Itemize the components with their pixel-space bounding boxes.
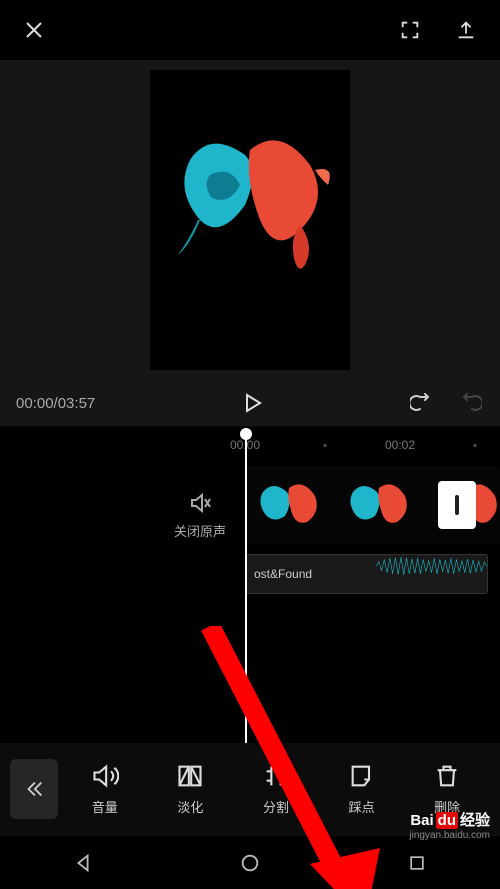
- clip-thumbnail: [335, 466, 425, 544]
- export-icon[interactable]: [452, 16, 480, 44]
- timeline[interactable]: 00:00 00:02 关闭原声 ost&Found: [0, 426, 500, 743]
- playhead[interactable]: [245, 432, 247, 743]
- undo-button[interactable]: [408, 389, 436, 417]
- redo-button[interactable]: [456, 389, 484, 417]
- time-current: 00:00: [16, 395, 54, 412]
- mute-original-audio[interactable]: 关闭原声: [160, 491, 240, 540]
- watermark: Baidu经验 jingyan.baidu.com: [409, 809, 490, 841]
- system-nav-bar: [0, 835, 500, 889]
- audio-clip-label: ost&Found: [252, 567, 314, 581]
- tool-label: 分割: [263, 797, 289, 816]
- time-ruler: 00:00 00:02: [0, 436, 500, 460]
- ruler-tick: 00:02: [385, 438, 415, 452]
- timecode: 00:00/03:57: [16, 395, 95, 412]
- preview-canvas: [150, 70, 350, 370]
- tool-label: 音量: [92, 797, 118, 816]
- close-icon[interactable]: [20, 16, 48, 44]
- top-bar: [0, 0, 500, 60]
- tool-split[interactable]: 分割: [244, 762, 308, 816]
- video-preview[interactable]: [0, 60, 500, 380]
- clip-thumbnail: [245, 466, 335, 544]
- tool-label: 踩点: [349, 797, 375, 816]
- fullscreen-icon[interactable]: [396, 16, 424, 44]
- playback-controls: 00:00/03:57: [0, 380, 500, 426]
- tool-beat[interactable]: 踩点: [330, 762, 394, 816]
- tool-volume[interactable]: 音量: [73, 762, 137, 816]
- waveform: [376, 555, 487, 577]
- audio-track[interactable]: ost&Found: [245, 554, 488, 594]
- tool-delete[interactable]: 删除: [415, 762, 479, 816]
- time-total: 03:57: [58, 395, 96, 412]
- nav-back-icon[interactable]: [68, 848, 98, 878]
- mute-label: 关闭原声: [160, 521, 240, 540]
- nav-home-icon[interactable]: [235, 848, 265, 878]
- add-clip-button[interactable]: [438, 481, 476, 529]
- tool-fade[interactable]: 淡化: [158, 762, 222, 816]
- nav-recent-icon[interactable]: [402, 848, 432, 878]
- play-button[interactable]: [236, 387, 268, 419]
- toolbar-back-button[interactable]: [10, 759, 58, 819]
- tool-label: 淡化: [177, 797, 203, 816]
